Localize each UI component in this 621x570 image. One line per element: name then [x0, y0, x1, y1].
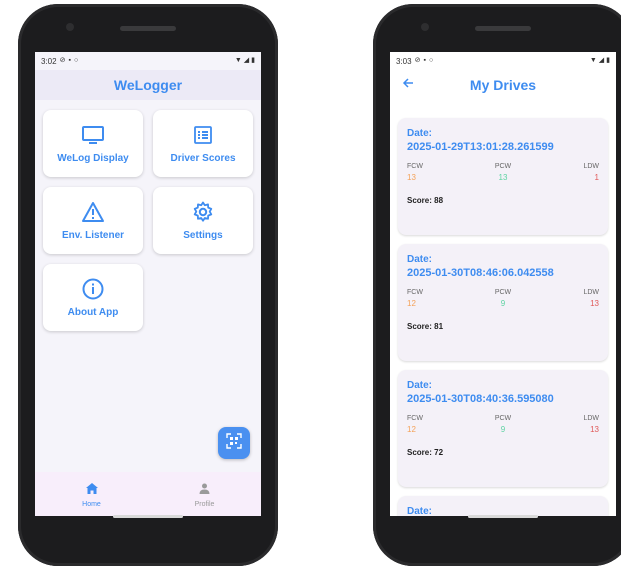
- home-gesture-bar[interactable]: [113, 515, 183, 518]
- speaker: [120, 26, 176, 31]
- bottom-nav: Home Profile: [35, 472, 261, 516]
- wifi-icon: ▼: [589, 57, 597, 64]
- drive-date: 2025-01-30T08:40:36.595080: [407, 393, 554, 405]
- tile-env-listener[interactable]: Env. Listener: [43, 187, 143, 254]
- metrics-row: FCW 12 PCW 9 LDW 13: [407, 415, 599, 434]
- tile-settings[interactable]: Settings: [153, 187, 253, 254]
- drive-date: 2025-01-29T13:01:28.261599: [407, 141, 554, 153]
- do-not-disturb-icon: ⊘: [414, 57, 421, 64]
- qr-scan-button[interactable]: [218, 427, 250, 459]
- qr-scan-icon: [226, 432, 242, 454]
- date-label: Date:: [407, 380, 433, 391]
- pcw-value: 9: [500, 425, 506, 434]
- drive-card[interactable]: Date:: [398, 496, 608, 516]
- drive-score: Score: 88: [407, 196, 444, 205]
- status-time: 3:02: [41, 56, 57, 66]
- tile-label: Env. Listener: [61, 230, 125, 241]
- tile-welog-display[interactable]: WeLog Display: [43, 110, 143, 177]
- drive-card[interactable]: Date: 2025-01-29T13:01:28.261599 FCW 13 P…: [398, 118, 608, 235]
- sim-icon: ▪: [68, 57, 71, 64]
- pcw-label: PCW: [494, 289, 512, 296]
- pcw-label: PCW: [494, 415, 512, 422]
- app-title: WeLogger: [113, 77, 183, 93]
- fcw-value: 12: [407, 299, 416, 308]
- sim-icon: ▪: [423, 57, 426, 64]
- drive-date: 2025-01-30T08:46:06.042558: [407, 267, 554, 279]
- back-button[interactable]: [400, 77, 416, 93]
- phone-left: 3:02 ⊘ ▪ ○ ▼ ◢ ▮ WeLogger WeLog Display …: [18, 4, 278, 566]
- nav-label: Home: [82, 500, 101, 508]
- list-icon: [190, 123, 216, 147]
- my-drives-screen: 3:03 ⊘ ▪ ○ ▼ ◢ ▮ My Drives Date: 2025-01…: [390, 52, 616, 516]
- phone-right: 3:03 ⊘ ▪ ○ ▼ ◢ ▮ My Drives Date: 2025-01…: [373, 4, 621, 566]
- menu-grid: WeLog Display Driver Scores Env. Listene…: [35, 100, 261, 331]
- tile-about-app[interactable]: About App: [43, 264, 143, 331]
- tile-driver-scores[interactable]: Driver Scores: [153, 110, 253, 177]
- back-arrow-icon: [402, 76, 414, 94]
- nav-profile[interactable]: Profile: [148, 472, 261, 516]
- ldw-label: LDW: [583, 415, 599, 422]
- home-screen: 3:02 ⊘ ▪ ○ ▼ ◢ ▮ WeLogger WeLog Display …: [35, 52, 261, 516]
- page-title: My Drives: [469, 77, 537, 93]
- status-bar: 3:03 ⊘ ▪ ○ ▼ ◢ ▮: [390, 52, 616, 70]
- date-label: Date:: [407, 128, 433, 139]
- nav-home[interactable]: Home: [35, 472, 148, 516]
- sync-icon: ○: [428, 57, 434, 64]
- tile-label: Settings: [183, 230, 223, 241]
- battery-icon: ▮: [606, 57, 610, 64]
- pcw-value: 13: [498, 173, 508, 182]
- metrics-row: FCW 13 PCW 13 LDW 1: [407, 163, 599, 182]
- ldw-label: LDW: [583, 163, 599, 170]
- home-gesture-bar[interactable]: [468, 515, 538, 518]
- signal-icon: ◢: [598, 57, 605, 64]
- gear-icon: [190, 200, 216, 224]
- ldw-value: 1: [594, 173, 599, 182]
- fcw-label: FCW: [407, 289, 423, 296]
- status-time: 3:03: [396, 56, 412, 66]
- ldw-label: LDW: [583, 289, 599, 296]
- speaker: [475, 26, 531, 31]
- stage: 3:02 ⊘ ▪ ○ ▼ ◢ ▮ WeLogger WeLog Display …: [0, 0, 621, 570]
- metrics-row: FCW 12 PCW 9 LDW 13: [407, 289, 599, 308]
- drive-score: Score: 81: [407, 322, 444, 331]
- status-bar: 3:02 ⊘ ▪ ○ ▼ ◢ ▮: [35, 52, 261, 70]
- fcw-label: FCW: [407, 163, 423, 170]
- monitor-icon: [80, 123, 106, 147]
- ldw-value: 13: [590, 425, 599, 434]
- camera: [421, 23, 429, 31]
- drive-score: Score: 72: [407, 448, 444, 457]
- date-label: Date:: [407, 254, 433, 265]
- app-bar: My Drives: [390, 70, 616, 100]
- drive-card[interactable]: Date: 2025-01-30T08:40:36.595080 FCW 12 P…: [398, 370, 608, 487]
- pcw-label: PCW: [494, 163, 512, 170]
- wifi-icon: ▼: [234, 57, 242, 64]
- warning-icon: [80, 200, 106, 224]
- nav-label: Profile: [194, 500, 215, 508]
- drive-card[interactable]: Date: 2025-01-30T08:46:06.042558 FCW 12 P…: [398, 244, 608, 361]
- app-bar: WeLogger: [35, 70, 261, 100]
- info-icon: [80, 277, 106, 301]
- pcw-value: 9: [500, 299, 506, 308]
- drives-list: Date: 2025-01-29T13:01:28.261599 FCW 13 P…: [390, 100, 616, 516]
- do-not-disturb-icon: ⊘: [59, 57, 66, 64]
- fcw-value: 12: [407, 425, 416, 434]
- fcw-label: FCW: [407, 415, 423, 422]
- tile-label: Driver Scores: [170, 153, 236, 164]
- tile-label: About App: [67, 307, 119, 318]
- tile-label: WeLog Display: [57, 153, 129, 164]
- camera: [66, 23, 74, 31]
- signal-icon: ◢: [243, 57, 250, 64]
- ldw-value: 13: [590, 299, 599, 308]
- sync-icon: ○: [73, 57, 79, 64]
- battery-icon: ▮: [251, 57, 255, 64]
- person-icon: [199, 481, 210, 499]
- home-icon: [85, 481, 98, 499]
- fcw-value: 13: [407, 173, 416, 182]
